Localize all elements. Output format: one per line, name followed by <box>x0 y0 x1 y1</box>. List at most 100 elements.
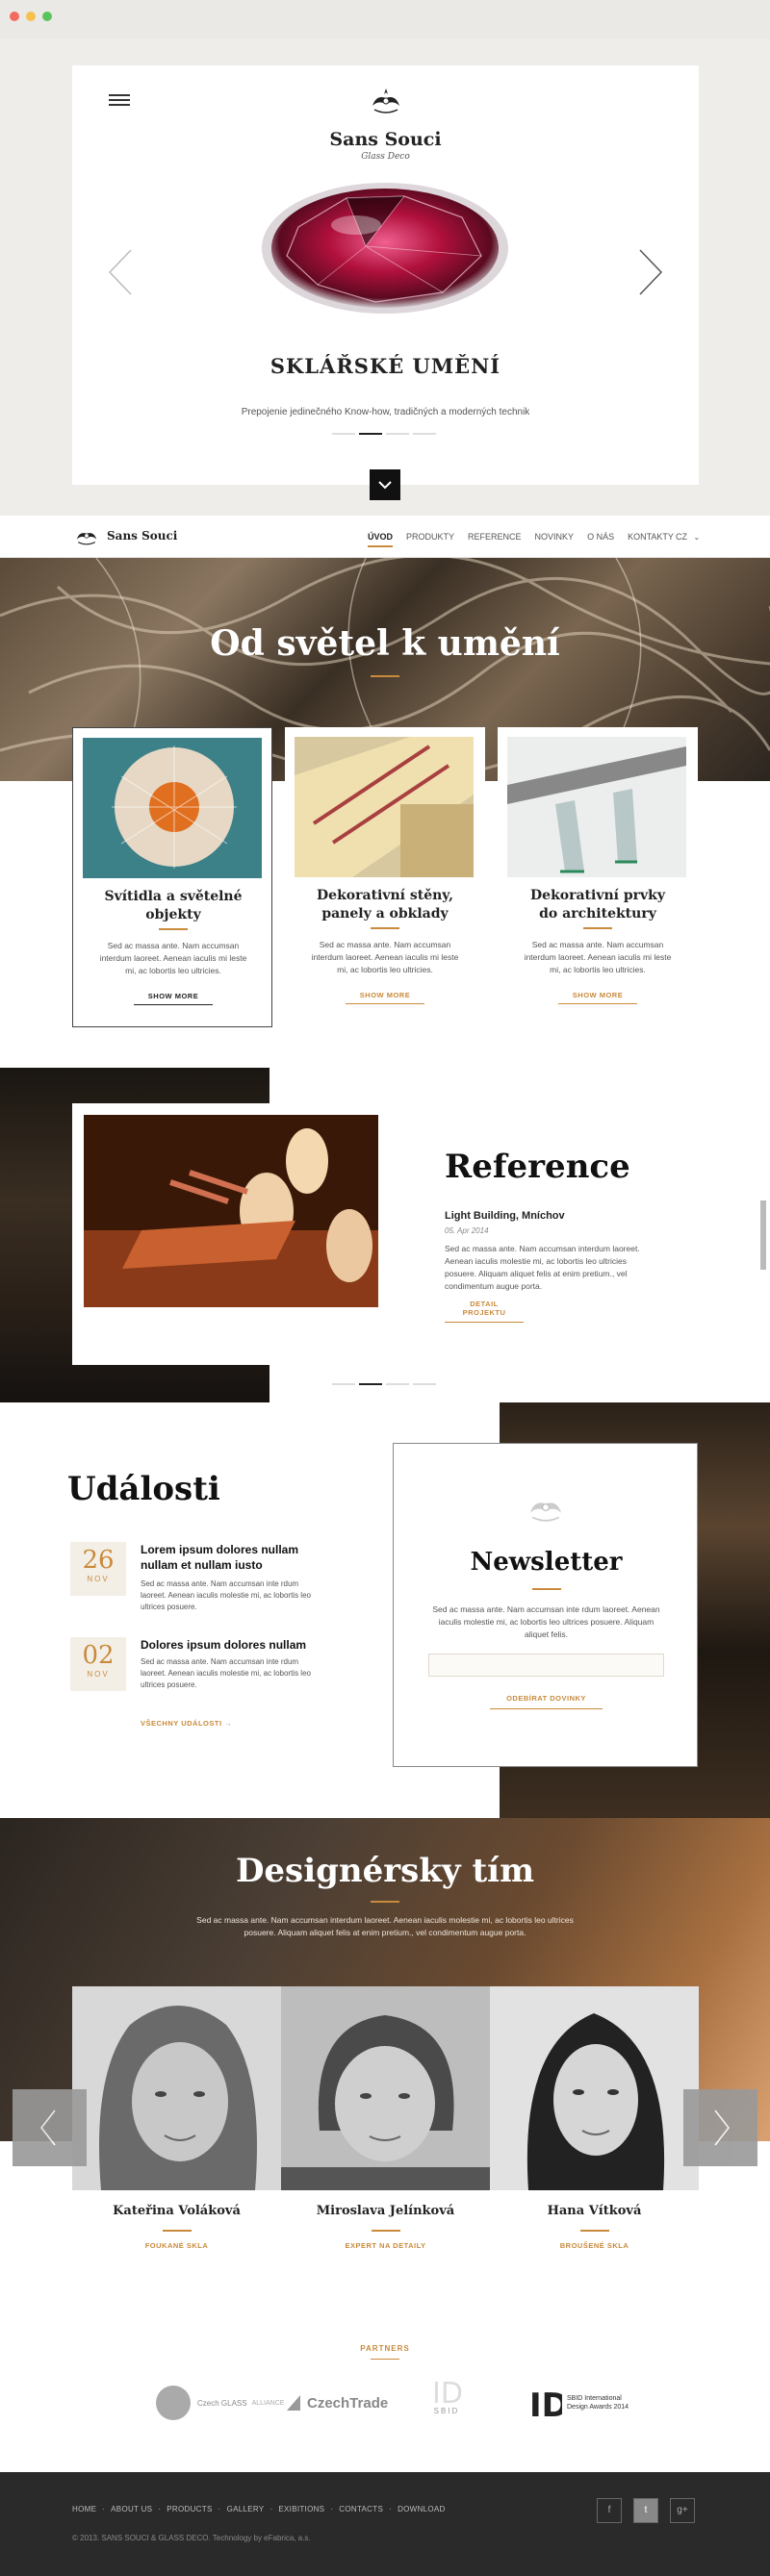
nav-item-novinky[interactable]: NOVINKY <box>535 532 575 547</box>
nav-item-kontakty[interactable]: KONTAKTY <box>628 532 674 547</box>
show-more-button[interactable]: SHOW MORE <box>346 987 424 1004</box>
footer-link-about[interactable]: ABOUT US <box>111 2505 152 2513</box>
member-photo <box>281 1986 490 2190</box>
partner-logo-czechtrade[interactable]: CzechTrade <box>285 2376 388 2430</box>
newsletter-email-input[interactable] <box>428 1654 664 1677</box>
pager-dot[interactable] <box>386 433 409 435</box>
partner-logo-text: SBID <box>433 2407 460 2415</box>
card-title-line: objekty <box>145 907 201 922</box>
pager-dot-active[interactable] <box>359 1383 382 1385</box>
hero-brand-sub: Glass Deco <box>361 152 410 162</box>
team-prev-button[interactable] <box>13 2089 87 2166</box>
maximize-dot[interactable] <box>42 12 52 21</box>
twitter-icon[interactable]: t <box>633 2498 658 2523</box>
project-detail-button[interactable]: DETAIL PROJEKTU <box>445 1297 524 1323</box>
scrollbar-thumb[interactable] <box>760 1200 766 1270</box>
member-photo <box>490 1986 699 2190</box>
footer-link-products[interactable]: PRODUCTS <box>167 2505 212 2513</box>
show-more-button[interactable]: SHOW MORE <box>134 988 213 1005</box>
czechtrade-logo-icon <box>287 2395 300 2411</box>
card-title-line: Dekorativní prvky <box>530 888 665 903</box>
footer <box>0 2472 770 2576</box>
product-card[interactable]: Dekorativní prvky do architektury Sed ac… <box>498 727 698 1027</box>
team-next-button[interactable] <box>683 2089 757 2166</box>
event-title[interactable]: Dolores ipsum dolores nullam <box>141 1637 314 1653</box>
chevron-left-icon[interactable] <box>108 248 133 296</box>
facebook-icon[interactable]: f <box>597 2498 622 2523</box>
pager-dot[interactable] <box>413 1383 436 1385</box>
reference-photo <box>84 1115 378 1307</box>
footer-link-exhibitions[interactable]: EXIBITIONS <box>278 2505 324 2513</box>
team-member-card[interactable]: Hana Vítková BROUŠENÉ SKLA <box>490 1986 699 2270</box>
nav-item-produkty[interactable]: PRODUKTY <box>406 532 454 547</box>
partner-logo-sbid-awards[interactable]: ID SBID International Design Awards 2014 <box>527 2376 634 2430</box>
footer-link-home[interactable]: HOME <box>72 2505 96 2513</box>
team-member-card[interactable]: Miroslava Jelínková EXPERT NA DETAILY <box>281 1986 490 2270</box>
crest-logo-icon <box>529 1503 562 1522</box>
partners-divider <box>371 2359 399 2360</box>
footer-sep: · <box>158 2505 162 2513</box>
chevron-left-icon <box>40 2109 56 2146</box>
reference-image-card <box>72 1103 390 1365</box>
footer-sep: · <box>389 2505 393 2513</box>
card-title-line: do architektury <box>539 906 656 922</box>
svg-text:ID: ID <box>432 2377 463 2405</box>
google-plus-icon[interactable]: g+ <box>670 2498 695 2523</box>
nav-logo[interactable]: Sans Souci <box>72 525 177 546</box>
subscribe-button[interactable]: ODEBÍRAT DOVINKY <box>490 1690 603 1709</box>
event-date-badge: 26 NOV <box>70 1542 126 1596</box>
nav-item-uvod[interactable]: ÚVOD <box>368 532 394 547</box>
event-date-badge: 02 NOV <box>70 1637 126 1691</box>
minimize-dot[interactable] <box>26 12 36 21</box>
reference-pager <box>332 1383 436 1385</box>
hamburger-menu-icon[interactable] <box>109 94 130 106</box>
card-image-walls <box>295 737 474 877</box>
footer-link-contacts[interactable]: CONTACTS <box>339 2505 383 2513</box>
team-title: Designérsky tím <box>235 1852 535 1890</box>
main-navbar: Sans Souci ÚVOD PRODUKTY REFERENCE NOVIN… <box>0 516 770 558</box>
card-title: Dekorativní stěny, panely a obklady <box>285 887 485 923</box>
event-text: Sed ac massa ante. Nam accumsan inte rdu… <box>141 1579 311 1611</box>
chevron-right-icon <box>714 2109 730 2146</box>
member-divider <box>580 2230 609 2232</box>
language-select[interactable]: CZ ⌄ <box>676 532 700 542</box>
glass-gem-image <box>262 183 508 314</box>
close-dot[interactable] <box>10 12 19 21</box>
card-title: Svítidla a světelné objekty <box>73 888 273 924</box>
pager-dot[interactable] <box>332 433 355 435</box>
pager-dot[interactable] <box>386 1383 409 1385</box>
chevron-down-icon <box>378 481 392 490</box>
newsletter-text: Sed ac massa ante. Nam accumsan inte rdu… <box>432 1604 660 1639</box>
newsletter-divider <box>532 1588 561 1590</box>
card-title-line: Svítidla a světelné <box>104 889 243 904</box>
chevron-right-icon[interactable] <box>638 248 663 296</box>
show-more-button[interactable]: SHOW MORE <box>558 987 637 1004</box>
language-value: CZ <box>676 532 687 542</box>
partner-logo-text: SBID International Design Awards 2014 <box>567 2395 629 2411</box>
czech-glass-logo-icon <box>156 2386 191 2420</box>
partner-logo-sbid[interactable]: ID SBID <box>428 2376 465 2430</box>
pager-dot-active[interactable] <box>359 433 382 435</box>
all-events-link[interactable]: VŠECHNY UDÁLOSTI → <box>141 1719 232 1728</box>
event-month: NOV <box>87 1575 110 1583</box>
team-member-card[interactable]: Kateřina Voláková FOUKANÉ SKLA <box>72 1986 281 2270</box>
sbid-logo-icon: ID <box>432 2377 463 2405</box>
event-title[interactable]: Lorem ipsum dolores nullam nullam et nul… <box>141 1542 314 1573</box>
event-day: 26 <box>82 1546 115 1575</box>
member-role: EXPERT NA DETAILY <box>345 2241 426 2250</box>
hero-slider: Sans Souci Glass Deco SKLÁŘSKÉ UMĚNÍ Pre… <box>72 65 699 500</box>
footer-link-download[interactable]: DOWNLOAD <box>398 2505 446 2513</box>
scroll-down-button[interactable] <box>370 469 400 500</box>
nav-item-reference[interactable]: REFERENCE <box>468 532 522 547</box>
product-card[interactable]: Dekorativní stěny, panely a obklady Sed … <box>285 727 485 1027</box>
product-card[interactable]: Svítidla a světelné objekty Sed ac massa… <box>72 727 272 1027</box>
pager-dot[interactable] <box>413 433 436 435</box>
reference-title: Reference <box>445 1148 630 1186</box>
partner-logo-czech-glass[interactable]: Czech GLASS ALLIANCE <box>154 2376 284 2430</box>
team-divider <box>371 1901 399 1903</box>
card-divider <box>583 927 612 929</box>
pager-dot[interactable] <box>332 1383 355 1385</box>
nav-item-o-nas[interactable]: O NÁS <box>587 532 614 547</box>
card-text: Sed ac massa ante. Nam accumsan interdum… <box>311 940 459 974</box>
footer-link-gallery[interactable]: GALLERY <box>227 2505 265 2513</box>
